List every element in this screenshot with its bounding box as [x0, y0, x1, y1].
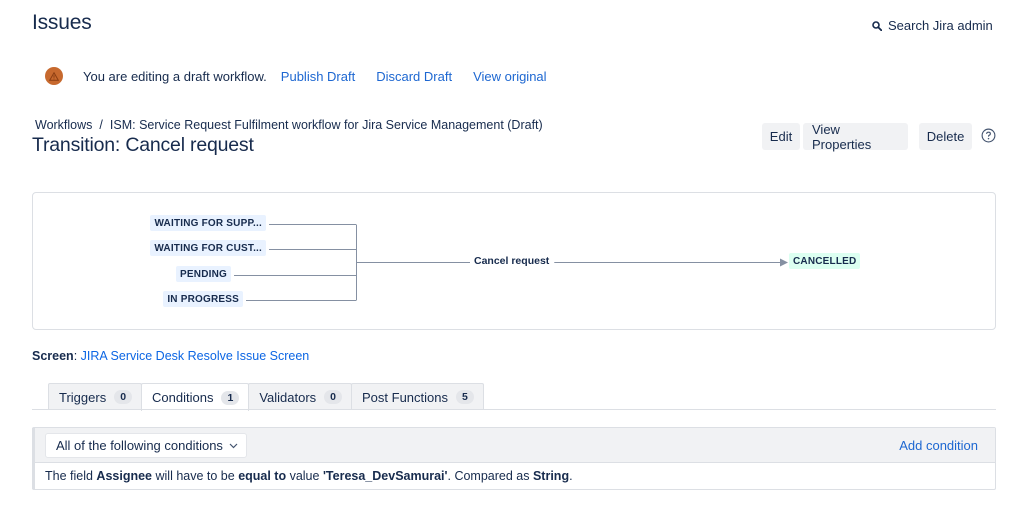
- tab-post-functions[interactable]: Post Functions 5: [351, 383, 484, 410]
- add-condition-link[interactable]: Add condition: [899, 438, 978, 453]
- tab-bar: Triggers 0 Conditions 1 Validators 0 Post F…: [48, 383, 484, 411]
- screen-label: Screen: [32, 349, 74, 363]
- view-properties-button[interactable]: View Properties: [803, 122, 908, 152]
- screen-colon: :: [73, 349, 81, 363]
- edit-button[interactable]: Edit: [762, 123, 800, 150]
- rule-text: will have to be: [152, 469, 239, 483]
- tab-conditions[interactable]: Conditions 1: [141, 383, 250, 411]
- conditions-panel: All of the following conditions Add cond…: [32, 427, 996, 490]
- from-status-lozenge: IN PROGRESS: [163, 291, 243, 307]
- rule-type: String: [532, 469, 570, 483]
- breadcrumb-workflows[interactable]: Workflows: [35, 118, 92, 132]
- rule-field: Assignee: [96, 469, 153, 483]
- view-original-link[interactable]: View original: [473, 69, 546, 84]
- condition-group-select[interactable]: All of the following conditions: [45, 433, 247, 458]
- warning-icon: [45, 67, 63, 85]
- transition-diagram: WAITING FOR SUPP... WAITING FOR CUST... …: [32, 192, 996, 330]
- transition-label: Cancel request: [470, 255, 554, 267]
- tab-count-badge: 1: [221, 390, 240, 405]
- search-icon: [872, 20, 882, 31]
- search-label: Search Jira admin: [888, 18, 993, 33]
- tab-count-badge: 0: [324, 390, 343, 404]
- breadcrumb: Workflows / ISM: Service Request Fulfilmen…: [35, 118, 543, 132]
- tab-label: Triggers: [59, 389, 107, 405]
- condition-row: The field Assignee will have to be equal…: [45, 469, 573, 483]
- tabs-divider: [32, 409, 996, 410]
- tab-validators[interactable]: Validators 0: [248, 383, 353, 410]
- rule-value: 'Teresa_DevSamurai': [322, 469, 448, 483]
- from-status-lozenge: WAITING FOR CUST...: [150, 240, 266, 256]
- page-title: Issues: [32, 11, 92, 34]
- arrow-head-icon: [780, 258, 788, 267]
- chevron-down-icon: [229, 443, 238, 448]
- draft-banner: You are editing a draft workflow. Publis…: [45, 67, 568, 85]
- publish-draft-link[interactable]: Publish Draft: [281, 69, 355, 84]
- search-admin-link[interactable]: Search Jira admin: [872, 18, 993, 33]
- rule-text: value: [286, 469, 323, 483]
- draft-message: You are editing a draft workflow.: [83, 68, 267, 84]
- screen-link[interactable]: JIRA Service Desk Resolve Issue Screen: [81, 349, 310, 363]
- breadcrumb-workflow-name[interactable]: ISM: Service Request Fulfilment workflow…: [110, 118, 543, 132]
- help-icon[interactable]: [981, 128, 996, 143]
- tab-label: Post Functions: [362, 389, 449, 405]
- rule-text: .: [569, 469, 573, 483]
- tab-count-badge: 0: [114, 390, 133, 404]
- tab-label: Validators: [259, 389, 317, 405]
- breadcrumb-separator: /: [99, 118, 103, 132]
- rule-operator: equal to: [238, 469, 287, 483]
- screen-info: Screen: JIRA Service Desk Resolve Issue …: [32, 349, 309, 363]
- tab-triggers[interactable]: Triggers 0: [48, 383, 143, 410]
- from-status-lozenge: PENDING: [176, 266, 231, 282]
- rule-text: The field: [45, 469, 97, 483]
- tab-label: Conditions: [152, 390, 214, 405]
- conditions-header: All of the following conditions Add cond…: [33, 428, 995, 463]
- discard-draft-link[interactable]: Discard Draft: [376, 69, 452, 84]
- condition-row-accent: [32, 428, 35, 489]
- delete-button[interactable]: Delete: [919, 123, 972, 150]
- rule-text: . Compared as: [447, 469, 533, 483]
- from-status-lozenge: WAITING FOR SUPP...: [150, 215, 266, 231]
- tab-count-badge: 5: [456, 390, 474, 404]
- condition-group-value: All of the following conditions: [56, 438, 223, 453]
- transition-title: Transition: Cancel request: [32, 134, 254, 156]
- to-status-lozenge: CANCELLED: [789, 253, 861, 269]
